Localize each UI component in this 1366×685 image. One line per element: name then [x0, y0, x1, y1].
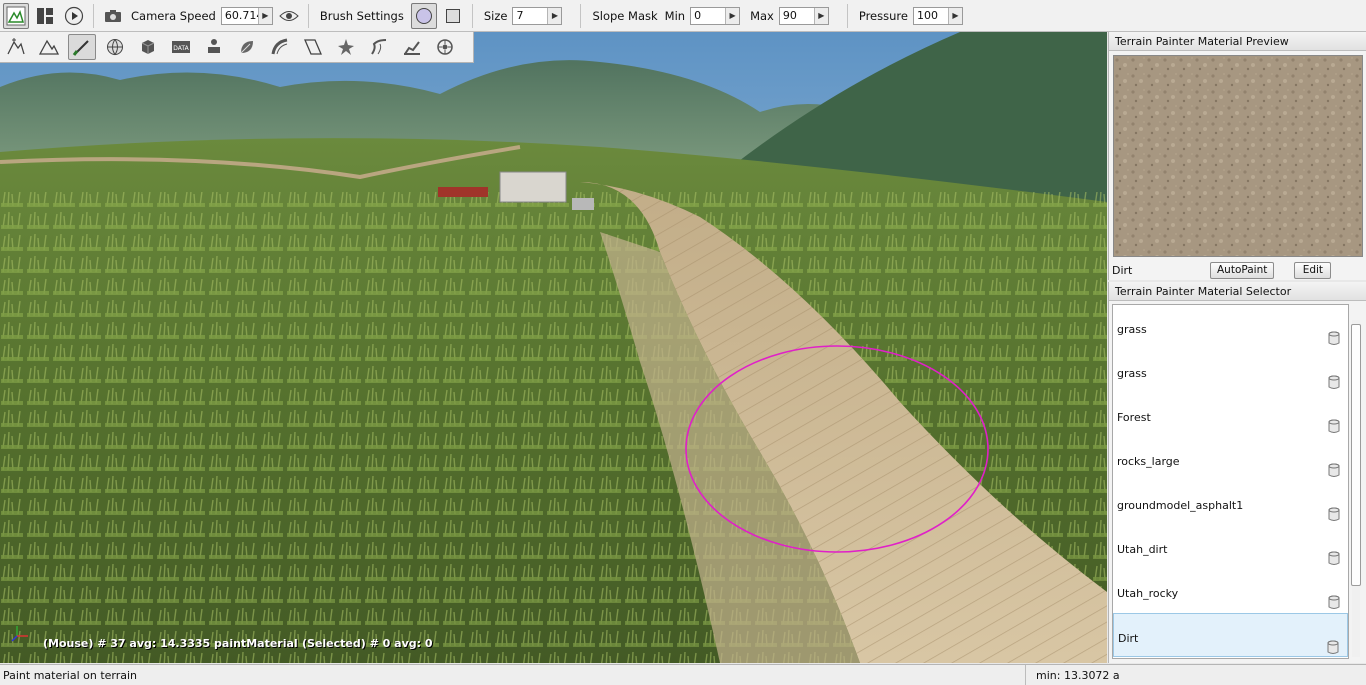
terrain-painter-icon[interactable] [68, 34, 96, 60]
3d-viewport[interactable]: (Mouse) # 37 avg: 14.3335 paintMaterial … [0, 32, 1107, 663]
slope-min-field[interactable]: 0 ▶ [690, 6, 741, 25]
material-list-item[interactable]: Utah_dirt [1113, 525, 1348, 569]
toolbar-separator [471, 3, 473, 28]
pressure-value[interactable]: 100 [914, 9, 948, 22]
material-name: Dirt [1118, 632, 1139, 645]
material-selector-panel: Terrain Painter Material Selector grass g… [1108, 282, 1366, 663]
toolbar-separator [580, 3, 582, 28]
delete-material-icon[interactable] [1328, 551, 1340, 566]
river-icon[interactable] [365, 34, 393, 60]
material-list-scrollbar[interactable] [1351, 320, 1361, 657]
slope-min-label: Min [664, 8, 686, 23]
material-list-item[interactable]: rocks_large [1113, 437, 1348, 481]
size-value[interactable]: 7 [513, 9, 547, 22]
camera-speed-field[interactable]: 60.714 ▶ [220, 6, 273, 25]
chevron-right-icon[interactable]: ▶ [257, 7, 272, 24]
status-bar: Paint material on terrain min: 13.3072 a [0, 664, 1366, 685]
delete-material-icon[interactable] [1328, 463, 1340, 478]
toolbar-separator [846, 3, 848, 28]
material-preview-panel: Terrain Painter Material Preview Dirt Au… [1108, 32, 1366, 280]
camera-icon[interactable] [100, 3, 126, 29]
road-icon[interactable] [266, 34, 294, 60]
material-preview-image [1113, 55, 1363, 257]
slope-min-value[interactable]: 0 [691, 9, 725, 22]
material-list-item[interactable]: grass [1113, 305, 1348, 349]
slope-max-label: Max [750, 8, 774, 23]
slope-max-value[interactable]: 90 [780, 9, 814, 22]
toolbar-separator [93, 3, 94, 28]
play-icon[interactable] [61, 3, 87, 29]
terrain-nav-icon[interactable] [2, 34, 30, 60]
svg-text:DATA: DATA [173, 45, 189, 52]
material-list-item[interactable]: Utah_rocky [1113, 569, 1348, 613]
autopaint-button[interactable]: AutoPaint [1210, 261, 1275, 279]
pressure-label: Pressure [858, 8, 908, 23]
material-list-item[interactable]: Dirt [1113, 613, 1348, 657]
main-toolbar: Camera Speed 60.714 ▶ Brush Settings Siz… [0, 0, 1366, 32]
material-list[interactable]: grass grass Forest rocks_large groundmodel_a… [1112, 304, 1349, 659]
material-list-item[interactable]: Forest [1113, 393, 1348, 437]
leaf-icon[interactable] [233, 34, 261, 60]
material-name: rocks_large [1117, 455, 1180, 468]
delete-material-icon[interactable] [1328, 419, 1340, 434]
delete-material-icon[interactable] [1328, 507, 1340, 522]
size-label: Size [483, 8, 508, 23]
material-list-item[interactable]: grass [1113, 349, 1348, 393]
status-height-readout: min: 13.3072 a [1025, 665, 1366, 685]
preview-panel-title: Terrain Painter Material Preview [1109, 32, 1366, 51]
data-icon[interactable]: DATA [167, 34, 195, 60]
slope-max-field[interactable]: 90 ▶ [778, 6, 829, 25]
circle-brush-icon[interactable] [410, 2, 437, 29]
delete-material-icon[interactable] [1328, 595, 1340, 610]
terrain-editor-icon[interactable] [35, 34, 63, 60]
preview-footer: Dirt AutoPaint Edit [1109, 260, 1366, 280]
material-name: Utah_rocky [1117, 587, 1179, 600]
pressure-field[interactable]: 100 ▶ [912, 6, 963, 25]
toolbar-separator [307, 3, 309, 28]
scrollbar-thumb[interactable] [1351, 324, 1361, 586]
size-field[interactable]: 7 ▶ [512, 6, 563, 25]
edit-button[interactable]: Edit [1294, 261, 1332, 279]
mesh-road-icon[interactable] [398, 34, 426, 60]
actor-icon[interactable] [200, 34, 228, 60]
delete-material-icon[interactable] [1328, 375, 1340, 390]
material-name: grass [1117, 367, 1147, 380]
editor-tools-toolbar: DATA [0, 32, 474, 63]
material-list-item[interactable]: groundmodel_asphalt1 [1113, 481, 1348, 525]
delete-material-icon[interactable] [1328, 331, 1340, 346]
chevron-right-icon[interactable]: ▶ [547, 7, 562, 24]
camera-speed-label: Camera Speed [131, 8, 216, 23]
gui-editor-icon[interactable] [32, 3, 58, 29]
mouse-stat: (Mouse) # 37 avg: 14.3335 paintMaterial [43, 637, 298, 650]
decal-icon[interactable] [299, 34, 327, 60]
material-name: Forest [1117, 411, 1151, 424]
square-brush-icon[interactable] [440, 3, 466, 29]
eye-icon[interactable] [276, 3, 302, 29]
camera-path-icon[interactable] [431, 34, 459, 60]
globe-icon[interactable] [101, 34, 129, 60]
cube-icon[interactable] [134, 34, 162, 60]
terrain-scene[interactable] [0, 32, 1107, 663]
camera-speed-value[interactable]: 60.714 [222, 9, 258, 22]
selector-panel-title: Terrain Painter Material Selector [1109, 282, 1366, 301]
material-name: Utah_dirt [1117, 543, 1168, 556]
slope-mask-label: Slope Mask [592, 8, 658, 23]
status-message: Paint material on terrain [3, 668, 138, 682]
material-name: groundmodel_asphalt1 [1117, 499, 1244, 512]
world-editor-icon[interactable] [3, 2, 29, 29]
chevron-right-icon[interactable]: ▶ [813, 7, 828, 24]
chevron-right-icon[interactable]: ▶ [725, 7, 740, 24]
delete-material-icon[interactable] [1327, 640, 1339, 655]
sun-icon[interactable] [332, 34, 360, 60]
selected-stat: (Selected) # 0 avg: 0 [302, 637, 433, 650]
material-name: grass [1117, 323, 1147, 336]
chevron-right-icon[interactable]: ▶ [947, 7, 962, 24]
brush-settings-label: Brush Settings [319, 8, 404, 23]
preview-material-name: Dirt [1112, 263, 1133, 277]
